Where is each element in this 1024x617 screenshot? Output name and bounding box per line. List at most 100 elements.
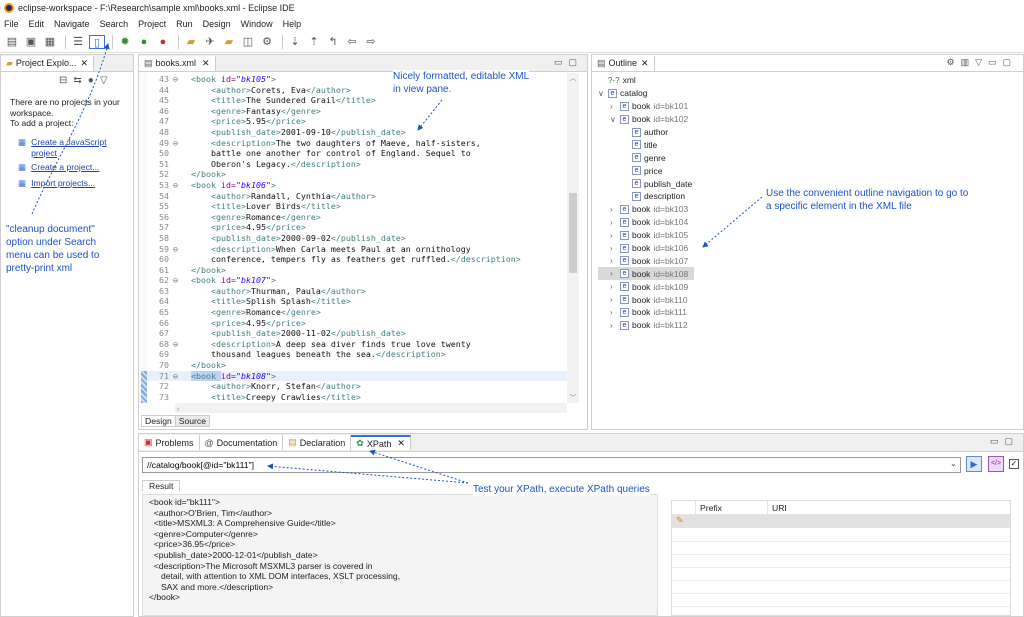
- last-edit-icon[interactable]: ↰: [325, 35, 341, 49]
- gear-icon[interactable]: ⚙: [259, 35, 275, 49]
- code-line[interactable]: 72 <author>Knorr, Stefan</author>: [147, 381, 567, 392]
- menu-edit[interactable]: Edit: [29, 19, 45, 29]
- code-line[interactable]: 51 Oberon's Legacy.</description>: [147, 159, 567, 170]
- properties-icon[interactable]: ☰: [70, 35, 86, 49]
- package-icon[interactable]: ◫: [240, 35, 256, 49]
- tree-toggle-icon[interactable]: ›: [610, 308, 620, 317]
- tree-toggle-icon[interactable]: ›: [610, 205, 620, 214]
- tree-toggle-icon[interactable]: ›: [610, 231, 620, 240]
- code-line[interactable]: 52 </book>: [147, 169, 567, 180]
- tree-toggle-icon[interactable]: ›: [610, 256, 620, 265]
- menu-search[interactable]: Search: [100, 19, 129, 29]
- fold-icon[interactable]: ⊖: [173, 371, 181, 382]
- scroll-down-icon[interactable]: ﹀: [567, 393, 579, 403]
- link-editor-icon[interactable]: ⇆: [73, 75, 87, 86]
- editor-hscrollbar[interactable]: ‹: [175, 403, 567, 413]
- tree-toggle-icon[interactable]: ›: [610, 321, 620, 330]
- view-menu-icon[interactable]: ▽: [100, 75, 114, 86]
- code-line[interactable]: 60 conference, tempers fly as feathers g…: [147, 254, 567, 265]
- outline-node[interactable]: › e book id=bk101: [598, 100, 798, 113]
- filter-icon[interactable]: ●: [88, 75, 100, 86]
- outline-node[interactable]: › e book id=bk109: [598, 280, 798, 293]
- scroll-up-icon[interactable]: ︿: [567, 73, 579, 83]
- tab-result[interactable]: Result: [142, 480, 181, 491]
- new-icon[interactable]: ▤: [4, 35, 20, 49]
- menu-design[interactable]: Design: [203, 19, 231, 29]
- pencil-icon[interactable]: ✎: [672, 515, 696, 528]
- code-line[interactable]: 64 <title>Splish Splash</title>: [147, 296, 567, 307]
- tab-project-explorer[interactable]: ▰ Project Explo... ✕: [1, 55, 94, 71]
- tree-toggle-icon[interactable]: ›: [610, 218, 620, 227]
- close-icon[interactable]: ✕: [202, 58, 210, 69]
- code-line[interactable]: 57 <price>4.95</price>: [147, 222, 567, 233]
- cleanup-document-icon[interactable]: ▯: [89, 34, 105, 49]
- xml-source-code[interactable]: 43 ⊖ <book id="bk105"> 44 <author>Corets, …: [147, 74, 567, 403]
- fold-icon[interactable]: ⊖: [173, 339, 181, 350]
- create-js-project-link[interactable]: ▦ Create a JavaScript project: [18, 137, 107, 158]
- outline-node[interactable]: › e book id=bk112: [598, 319, 798, 332]
- tab-xpath[interactable]: ✿ XPath ✕: [351, 435, 411, 450]
- code-line[interactable]: 48 <publish_date>2001-09-10</publish_dat…: [147, 127, 567, 138]
- outline-node[interactable]: ?-? xml: [598, 74, 798, 87]
- tree-toggle-icon[interactable]: ›: [610, 244, 620, 253]
- outline-node[interactable]: ∨ e catalog: [598, 87, 798, 100]
- xpath-result-text[interactable]: <book id="bk111"> <author>O'Brien, Tim</…: [142, 494, 658, 616]
- code-line[interactable]: 70 </book>: [147, 360, 567, 371]
- code-line[interactable]: 58 <publish_date>2000-09-02</publish_dat…: [147, 233, 567, 244]
- code-line[interactable]: 59 ⊖ <description>When Carla meets Paul a…: [147, 244, 567, 255]
- fold-icon[interactable]: ⊖: [173, 244, 181, 255]
- chevron-down-icon[interactable]: ⌄: [950, 459, 957, 468]
- code-line[interactable]: 66 <price>4.95</price>: [147, 318, 567, 329]
- code-line[interactable]: 45 <title>The Sundered Grail</title>: [147, 95, 567, 106]
- code-line[interactable]: 56 <genre>Romance</genre>: [147, 212, 567, 223]
- debug-icon[interactable]: ✹: [117, 35, 133, 49]
- create-project-link[interactable]: ▦ Create a project...: [18, 162, 107, 173]
- fold-icon[interactable]: ⊖: [173, 138, 181, 149]
- execute-xpath-button[interactable]: ▶: [966, 456, 982, 472]
- menu-project[interactable]: Project: [138, 19, 166, 29]
- outline-node[interactable]: › e book id=bk106: [598, 242, 798, 255]
- editor-vscrollbar[interactable]: ︿ ﹀: [567, 73, 579, 403]
- code-line[interactable]: 69 thousand leagues beneath the sea.</de…: [147, 349, 567, 360]
- tab-problems[interactable]: ▣ Problems: [139, 435, 200, 450]
- namespace-edit-row[interactable]: ✎: [672, 515, 1010, 528]
- editor-scroll-thumb[interactable]: [569, 193, 577, 273]
- collapse-all-icon[interactable]: ⊟: [59, 75, 73, 86]
- outline-node[interactable]: e price: [598, 164, 798, 177]
- editor-window-buttons[interactable]: ▭▢: [554, 57, 583, 68]
- tab-books-xml[interactable]: ▤ books.xml ✕: [139, 55, 216, 71]
- tree-toggle-icon[interactable]: ›: [610, 102, 620, 111]
- tree-toggle-icon[interactable]: ›: [610, 269, 620, 278]
- menu-window[interactable]: Window: [241, 19, 273, 29]
- external-tools-icon[interactable]: ●: [155, 35, 171, 49]
- outline-node[interactable]: › e book id=bk107: [598, 254, 798, 267]
- folder-icon[interactable]: ▰: [221, 35, 237, 49]
- outline-node[interactable]: › e book id=bk111: [598, 306, 798, 319]
- run-icon[interactable]: ●: [136, 35, 152, 49]
- bottom-window-buttons[interactable]: ▭▢: [990, 436, 1019, 447]
- code-line[interactable]: 62 ⊖ <book id="bk107">: [147, 275, 567, 286]
- code-line[interactable]: 55 <title>Lover Birds</title>: [147, 201, 567, 212]
- code-line[interactable]: 73 <title>Creepy Crawlies</title>: [147, 392, 567, 403]
- save-icon[interactable]: ▣: [23, 35, 39, 49]
- code-line[interactable]: 53 ⊖ <book id="bk106">: [147, 180, 567, 191]
- tab-design[interactable]: Design: [141, 415, 176, 427]
- outline-node[interactable]: › e book id=bk110: [598, 293, 798, 306]
- tree-toggle-icon[interactable]: ›: [610, 282, 620, 291]
- outline-node[interactable]: e author: [598, 126, 798, 139]
- fold-icon[interactable]: ⊖: [173, 275, 181, 286]
- tree-toggle-icon[interactable]: ∨: [598, 89, 608, 98]
- outline-node[interactable]: e title: [598, 138, 798, 151]
- rocket-icon[interactable]: ✈: [202, 35, 218, 49]
- live-update-checkbox[interactable]: ✓: [1009, 459, 1019, 469]
- code-line[interactable]: 49 ⊖ <description>The two daughters of Ma…: [147, 138, 567, 149]
- code-line[interactable]: 50 battle one another for control of Eng…: [147, 148, 567, 159]
- menu-run[interactable]: Run: [176, 19, 193, 29]
- prev-annotation-icon[interactable]: ⇡: [306, 35, 322, 49]
- outline-node[interactable]: › e book id=bk108: [598, 267, 694, 281]
- outline-node[interactable]: › e book id=bk104: [598, 216, 798, 229]
- menu-file[interactable]: File: [4, 19, 19, 29]
- code-line[interactable]: 65 <genre>Romance</genre>: [147, 307, 567, 318]
- outline-node[interactable]: ∨ e book id=bk102: [598, 113, 798, 126]
- tree-toggle-icon[interactable]: ›: [610, 295, 620, 304]
